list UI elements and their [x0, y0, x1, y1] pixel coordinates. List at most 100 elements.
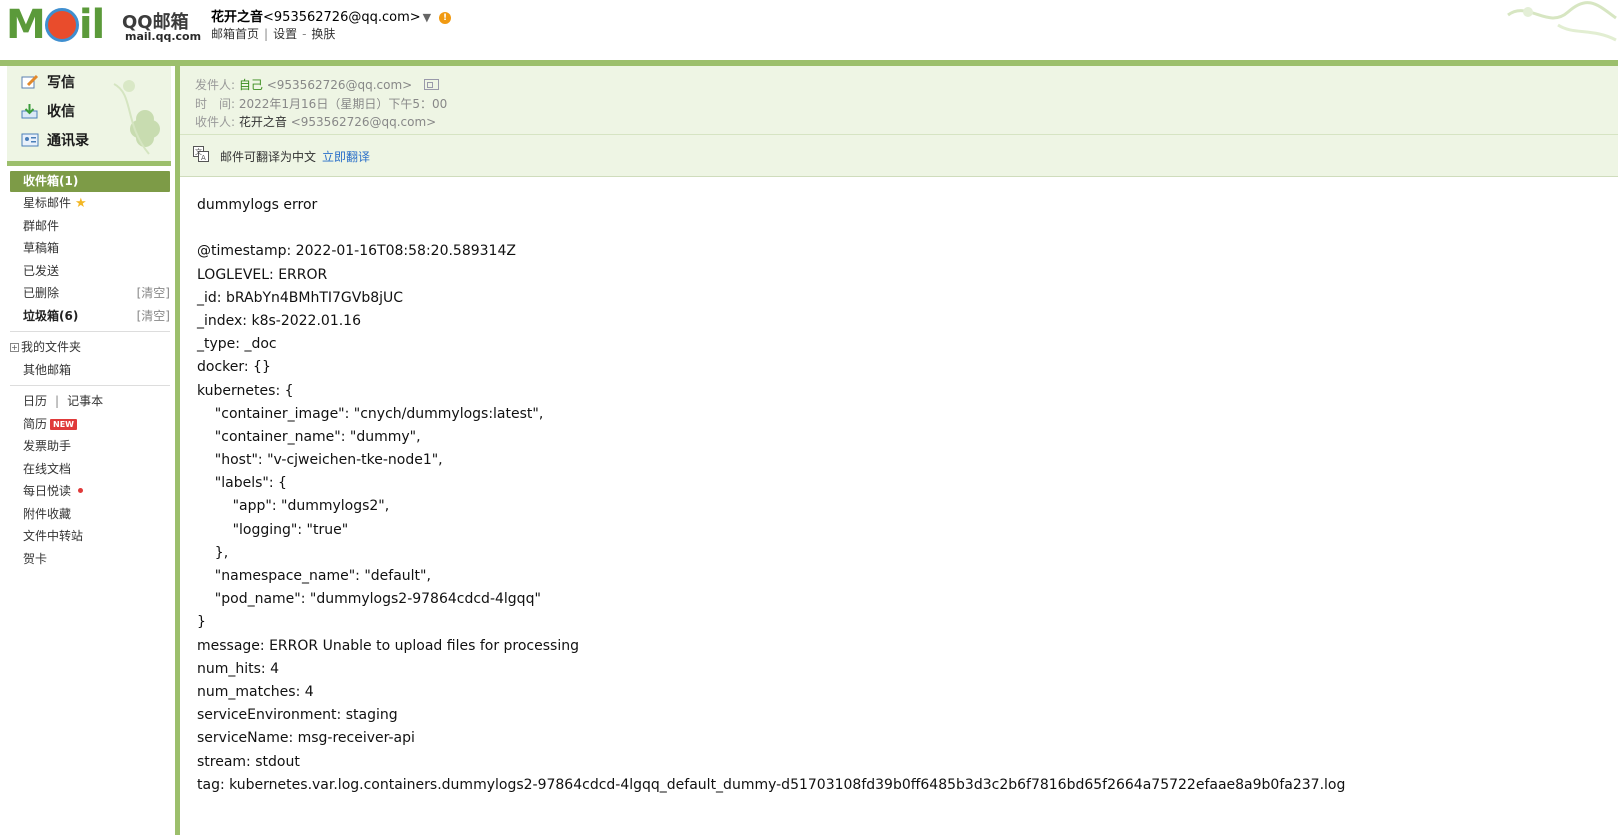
top-header: Mil QQ邮箱 mail.qq.com 花开之音<953562726@qq.c… [0, 0, 1618, 60]
mail-body-line: } [197, 614, 206, 631]
mail-body-line: "pod_name": "dummylogs2-97864cdcd-4lgqq" [197, 591, 541, 608]
contacts-label: 通讯录 [47, 133, 89, 149]
app-online-docs[interactable]: 在线文档 [10, 458, 170, 481]
my-folders[interactable]: + 我的文件夹 [10, 336, 170, 359]
logo-domain-text: mail.qq.com [125, 30, 202, 43]
mail-body-line: "labels": { [197, 475, 287, 492]
other-mailboxes-label: 其他邮箱 [23, 362, 72, 377]
other-mailboxes[interactable]: 其他邮箱 [10, 359, 170, 382]
contact-card-icon [21, 133, 39, 147]
folder-list: 收件箱(1) 星标邮件 ★ 群邮件 草稿箱 已发送 已删除 [清空] 垃圾箱(6) [… [10, 171, 170, 570]
mail-body-line: LOGLEVEL: ERROR [197, 266, 328, 283]
translate-hint: 邮件可翻译为中文 [220, 150, 317, 164]
mail-body-line: "namespace_name": "default", [197, 568, 431, 584]
mail-body-line: _type: _doc [197, 336, 277, 353]
settings-link[interactable]: 设置 [273, 27, 297, 41]
folder-divider [10, 385, 170, 386]
mail-view: 发件人: 自己 <953562726@qq.com> 时 间: 2022年1月1… [179, 66, 1618, 835]
folder-starred[interactable]: 星标邮件 ★ [10, 192, 170, 215]
translate-bar: 文 A 邮件可翻译为中文 立即翻译 [180, 134, 1618, 177]
from-row: 发件人: 自己 <953562726@qq.com> [195, 76, 440, 93]
logo-letters-il: il [78, 2, 105, 48]
mail-body-line: stream: stdout [197, 753, 300, 770]
folder-label: 草稿箱 [23, 241, 60, 255]
mail-body-line: num_matches: 4 [197, 683, 314, 700]
notes-link[interactable]: 记事本 [67, 394, 103, 408]
file-transfer-label: 文件中转站 [23, 529, 84, 543]
to-row: 收件人: 花开之音 <953562726@qq.com> [195, 113, 436, 130]
mail-body-line [197, 217, 1597, 240]
change-skin-link[interactable]: 换肤 [311, 27, 335, 41]
clear-deleted-button[interactable]: [清空] [137, 282, 170, 305]
folder-divider [10, 331, 170, 332]
expand-plus-icon[interactable]: + [10, 343, 19, 352]
account-info[interactable]: 花开之音<953562726@qq.com> ▼! [211, 6, 452, 25]
folder-label: 垃圾箱(6) [23, 308, 79, 323]
folder-spam[interactable]: 垃圾箱(6) [清空] [10, 305, 170, 328]
mail-body-line: @timestamp: 2022-01-16T08:58:20.589314Z [197, 243, 516, 260]
to-email: <953562726@qq.com> [290, 115, 437, 129]
app-daily-reading[interactable]: 每日悦读 [10, 480, 170, 503]
resume-label: 简历 [23, 416, 48, 431]
contacts-button[interactable]: 通讯录 [21, 130, 89, 152]
qq-mail-logo[interactable]: Mil QQ邮箱 mail.qq.com [6, 2, 201, 48]
receive-button[interactable]: 收信 [21, 101, 75, 123]
mail-body-line: "container_name": "dummy", [197, 428, 421, 445]
folder-label: 群邮件 [23, 218, 60, 233]
time-value: 2022年1月16日（星期日）下午5：00 [238, 97, 448, 111]
mail-body-line: _id: bRAbYn4BMhTI7GVb8jUC [197, 289, 404, 306]
folder-inbox[interactable]: 收件箱(1) [10, 171, 170, 192]
app-file-transfer[interactable]: 文件中转站 [10, 525, 170, 548]
daily-reading-label: 每日悦读 [23, 484, 72, 498]
account-dropdown-icon[interactable]: ▼ [423, 11, 431, 24]
logo-moil: Mil [6, 2, 105, 48]
folder-group-mail[interactable]: 群邮件 [10, 215, 170, 238]
folder-drafts[interactable]: 草稿箱 [10, 237, 170, 260]
mail-body-line: serviceEnvironment: staging [197, 707, 398, 724]
decorative-swirl-icon [1507, 1, 1617, 42]
contact-card-small-icon[interactable] [424, 79, 440, 90]
to-label: 收件人: [195, 115, 236, 129]
star-icon: ★ [75, 196, 87, 211]
top-links: 邮箱首页 | 设置 - 换肤 [211, 25, 335, 42]
compose-button[interactable]: 写信 [21, 72, 75, 94]
translate-icon: 文 A [193, 146, 209, 162]
mail-body-line: serviceName: msg-receiver-api [197, 730, 415, 747]
to-name[interactable]: 花开之音 [239, 115, 287, 129]
mail-body-line: dummylogs error [197, 197, 318, 213]
mail-body-line: "app": "dummylogs2", [197, 498, 390, 515]
logo-bell-icon [44, 8, 79, 42]
app-invoice[interactable]: 发票助手 [10, 435, 170, 458]
app-attachments[interactable]: 附件收藏 [10, 503, 170, 526]
folder-label: 星标邮件 [23, 196, 72, 210]
folder-deleted[interactable]: 已删除 [清空] [10, 282, 170, 305]
new-badge: NEW [50, 418, 77, 430]
unread-dot-icon [78, 488, 84, 493]
mail-body-line: tag: kubernetes.var.log.containers.dummy… [197, 776, 1346, 793]
mail-body-line: "container_image": "cnych/dummylogs:late… [197, 405, 544, 422]
folder-sent[interactable]: 已发送 [10, 260, 170, 283]
app-greeting-cards[interactable]: 贺卡 [10, 548, 170, 571]
account-name: 花开之音 [211, 10, 264, 25]
clear-spam-button[interactable]: [清空] [137, 305, 170, 328]
translate-now-link[interactable]: 立即翻译 [322, 148, 370, 165]
from-name[interactable]: 自己 [239, 78, 263, 92]
from-label: 发件人: [195, 78, 236, 92]
alert-icon[interactable]: ! [439, 12, 452, 24]
invoice-label: 发票助手 [23, 439, 72, 453]
mail-body: dummylogs error @timestamp: 2022-01-16T08… [197, 194, 1597, 797]
clover-decoration-icon [113, 80, 160, 155]
mailbox-home-link[interactable]: 邮箱首页 [211, 27, 259, 41]
mail-body-line: num_hits: 4 [197, 660, 280, 677]
receive-label: 收信 [47, 104, 75, 120]
link-separator: - [302, 27, 307, 41]
inbox-download-icon [21, 104, 38, 119]
account-email: <953562726@qq.com> [263, 10, 421, 25]
quick-actions: 写信 收信 通讯录 [7, 66, 171, 166]
folder-label: 已删除 [23, 286, 60, 300]
calendar-link[interactable]: 日历 [23, 394, 47, 408]
compose-pencil-icon [21, 74, 39, 89]
logo-letter-m: M [6, 2, 46, 48]
app-resume[interactable]: 简历 NEW [10, 413, 170, 436]
mail-body-line: message: ERROR Unable to upload files fo… [197, 637, 579, 654]
